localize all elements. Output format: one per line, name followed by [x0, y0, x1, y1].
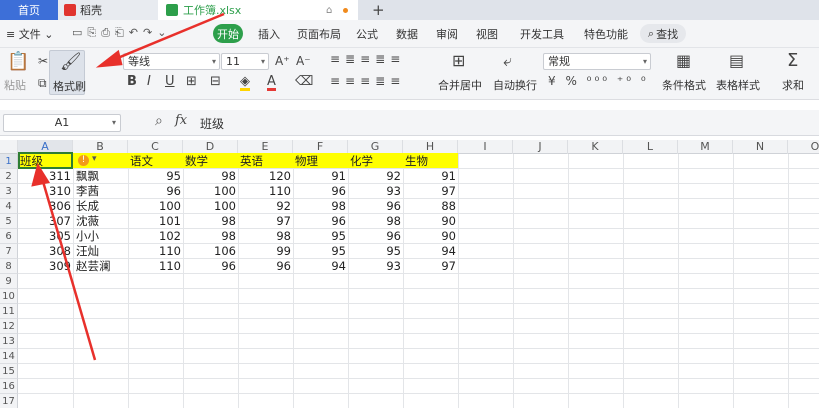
arrow-head — [31, 162, 51, 187]
arrow-to-format-painter — [107, 12, 225, 64]
arrow-to-a1-cell — [40, 177, 97, 361]
arrow-head — [95, 49, 123, 68]
annotation-arrows — [31, 12, 225, 361]
